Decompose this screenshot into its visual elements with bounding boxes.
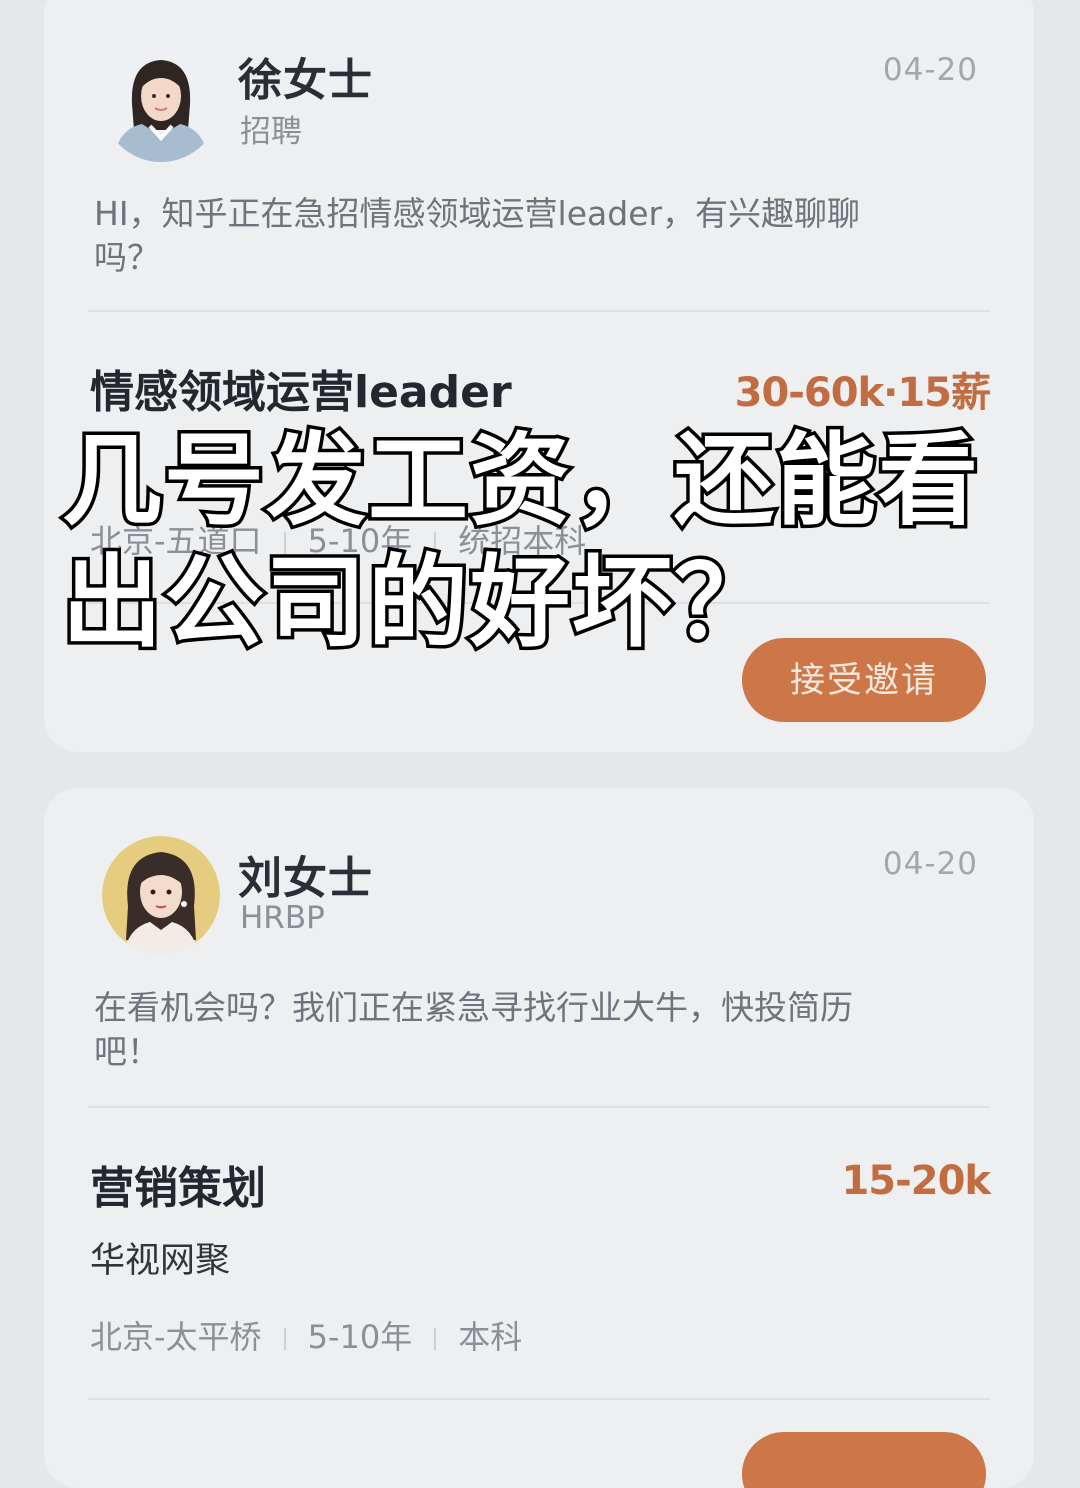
recruiter-role: HRBP — [240, 900, 325, 936]
salary: 15-20k — [841, 1158, 991, 1204]
overlay-headline: 几号发工资，还能看 出公司的好坏？ — [59, 419, 1062, 665]
message-date: 04-20 — [882, 846, 978, 882]
recruiter-name: 刘女士 — [238, 853, 373, 904]
overlay-headline-line-1: 几号发工资，还能看 — [59, 419, 982, 543]
message-date: 04-20 — [882, 52, 978, 88]
divider — [88, 1106, 990, 1108]
woman-photo-avatar-icon — [102, 44, 220, 162]
location-tag: 北京-太平桥 — [90, 1318, 262, 1356]
recruiter-avatar[interactable] — [102, 44, 220, 162]
recruiter-name: 徐女士 — [238, 55, 373, 106]
job-tags: 北京-太平桥 5-10年 本科 — [90, 1312, 522, 1358]
job-title[interactable]: 营销策划 — [90, 1152, 266, 1216]
education-tag: 本科 — [458, 1318, 523, 1356]
invitation-message: HI，知乎正在急招情感领域运营leader，有兴趣聊聊吗？ — [94, 194, 861, 277]
cartoon-woman-avatar-icon — [102, 836, 220, 954]
experience-tag: 5-10年 — [307, 1318, 413, 1356]
job-title[interactable]: 情感领域运营leader — [90, 356, 512, 420]
salary: 30-60k·15薪 — [734, 370, 991, 416]
overlay-headline-line-2: 出公司的好坏？ — [59, 541, 778, 665]
invitation-card-2[interactable]: 刘女士 HRBP 04-20 在看机会吗？我们正在紧急寻找行业大牛，快投简历吧！… — [44, 788, 1034, 1488]
company-name: 华视网聚 — [90, 1241, 231, 1281]
recruiter-role: 招聘 — [240, 114, 302, 150]
tag-separator — [283, 1328, 286, 1350]
divider — [88, 310, 990, 312]
divider — [88, 1398, 990, 1400]
recruiter-avatar[interactable] — [102, 836, 220, 954]
invitation-message: 在看机会吗？我们正在紧急寻找行业大牛，快投简历吧！ — [94, 988, 853, 1071]
accept-invitation-button-partial[interactable] — [742, 1432, 986, 1488]
tag-separator — [434, 1328, 437, 1350]
